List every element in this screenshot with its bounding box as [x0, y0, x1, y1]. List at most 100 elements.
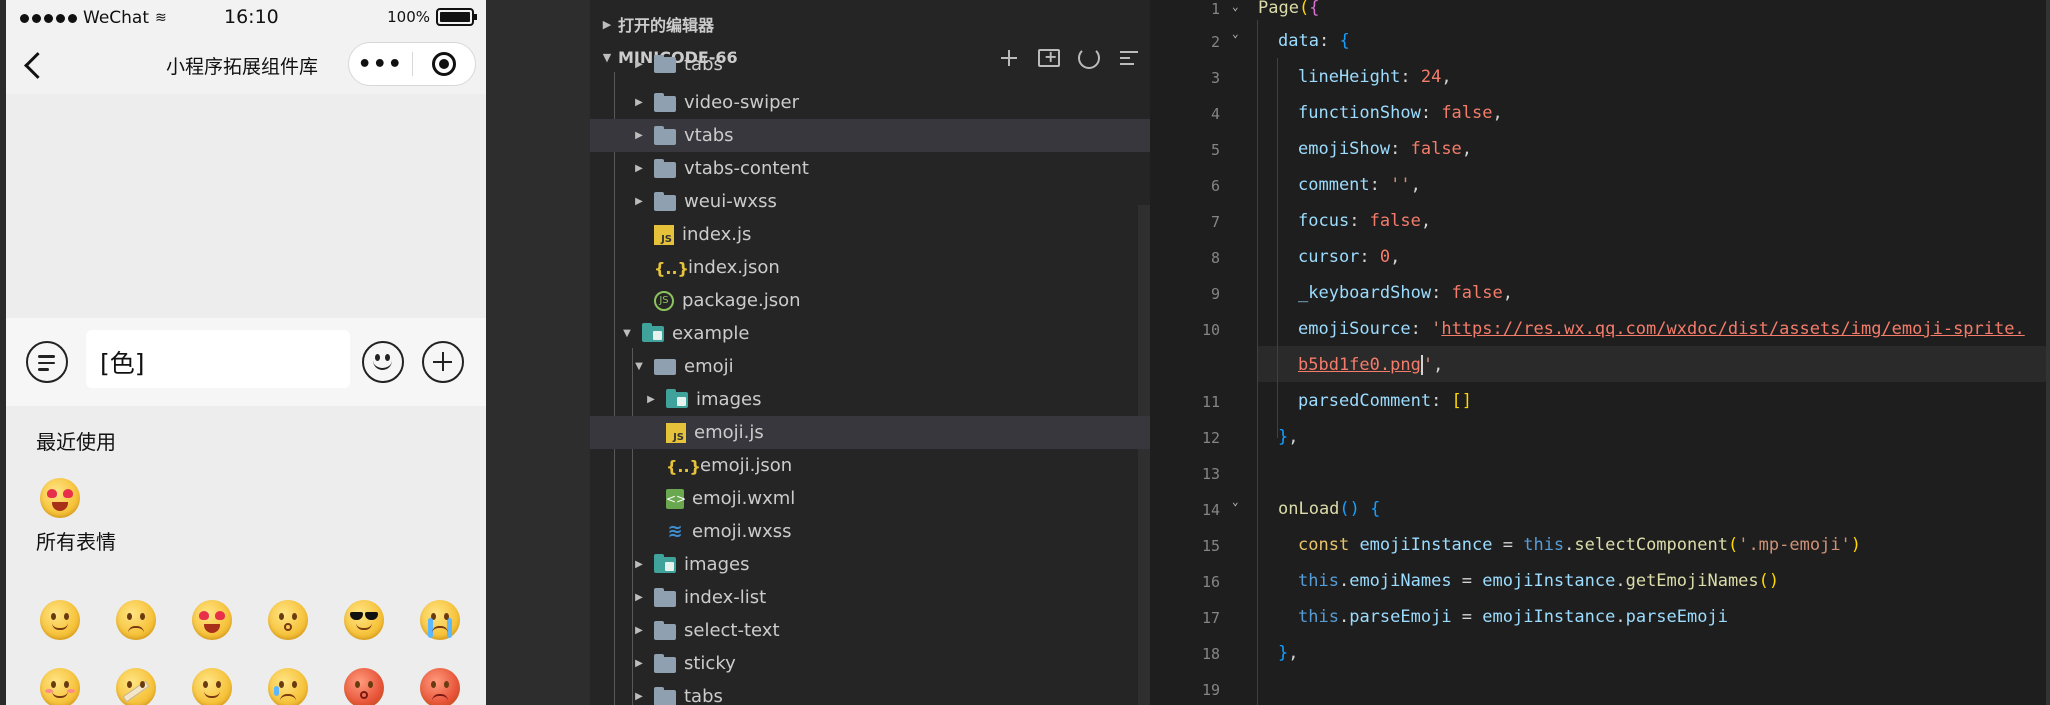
- add-icon[interactable]: [422, 341, 464, 383]
- wxml-file-icon: <>: [666, 488, 686, 509]
- line-number: 7: [1210, 213, 1220, 231]
- tree-item-file[interactable]: JS package.json: [590, 284, 1150, 317]
- emoji-heart-eyes[interactable]: [192, 600, 232, 640]
- tree-item-folder[interactable]: ▶ vtabs-content: [590, 152, 1150, 185]
- line-number: 2: [1210, 33, 1220, 51]
- code-line: cursor: 0,: [1298, 247, 1401, 267]
- chevron-right-icon: ▶: [602, 17, 612, 31]
- tree-item-file[interactable]: {..} emoji.json: [590, 449, 1150, 482]
- emoji-embarrassed[interactable]: [344, 668, 384, 705]
- js-file-icon: JS: [654, 224, 674, 245]
- overview-ruler: [2046, 0, 2050, 705]
- line-number: 11: [1201, 393, 1220, 411]
- line-number: 16: [1201, 573, 1220, 591]
- comment-input[interactable]: [色]: [86, 330, 350, 388]
- code-line: },: [1278, 643, 1299, 663]
- folder-icon: [654, 620, 676, 640]
- line-number: 5: [1210, 141, 1220, 159]
- status-bar: WeChat ≋ 16:10 100%: [6, 0, 486, 36]
- folder-icon: [654, 158, 676, 178]
- line-number: 9: [1210, 285, 1220, 303]
- folder-icon: [654, 587, 676, 607]
- tree-item-folder[interactable]: ▶ video-swiper: [590, 86, 1150, 119]
- wechat-simulator: WeChat ≋ 16:10 100% 小程序拓展组件库 ••• [色] 最近使…: [0, 0, 486, 705]
- tree-item-file[interactable]: JS emoji.js: [590, 416, 1150, 449]
- code-editor[interactable]: 1 2 3 4 5 6 7 8 9 10 11 12 13 14 15 16 1…: [1150, 0, 2050, 705]
- battery-percent: 100%: [387, 8, 430, 26]
- code-line: parsedComment: []: [1298, 391, 1473, 411]
- capsule-menu: •••: [348, 42, 476, 86]
- emoji-sleepy[interactable]: [192, 668, 232, 705]
- file-explorer: ▶ 打开的编辑器 ▼ MINICODE-66 ▶tabs ▶video-swip…: [590, 0, 1150, 705]
- nav-bar: 小程序拓展组件库 •••: [6, 36, 486, 94]
- tree-item-folder[interactable]: ▶ images: [590, 383, 1150, 416]
- open-editors-header[interactable]: ▶ 打开的编辑器: [590, 8, 1150, 40]
- tree-item-folder[interactable]: ▶ vtabs: [590, 119, 1150, 152]
- more-icon[interactable]: •••: [349, 52, 412, 77]
- tree-item-file[interactable]: {..} index.json: [590, 251, 1150, 284]
- close-miniprogram-icon[interactable]: [413, 52, 476, 76]
- source-url-link[interactable]: https://res.wx.qq.com/wxdoc/dist/assets/…: [1441, 319, 2024, 339]
- function-menu-icon[interactable]: [26, 341, 68, 383]
- status-time: 16:10: [224, 6, 279, 28]
- folder-icon: [654, 653, 676, 673]
- code-line: focus: false,: [1298, 211, 1432, 231]
- code-line: this.parseEmoji = emojiInstance.parseEmo…: [1298, 607, 1728, 627]
- page-title: 小程序拓展组件库: [166, 56, 319, 78]
- indent-guide: [1257, 20, 1258, 705]
- tree-item-folder[interactable]: ▶ select-text: [590, 614, 1150, 647]
- tree-item-folder[interactable]: ▶ images: [590, 548, 1150, 581]
- source-url-link[interactable]: b5bd1fe0.png: [1298, 355, 1421, 375]
- page-content: [6, 94, 486, 318]
- code-line: const emojiInstance = this.selectCompone…: [1298, 535, 1862, 555]
- folder-icon: [654, 125, 676, 145]
- code-line: },: [1278, 427, 1299, 447]
- fold-chevron-icon[interactable]: ⌄: [1232, 0, 1239, 13]
- line-number: 10: [1201, 321, 1220, 339]
- tree-item-folder[interactable]: ▶ weui-wxss: [590, 185, 1150, 218]
- tree-item-file[interactable]: ≋ emoji.wxss: [590, 515, 1150, 548]
- emoji-icon[interactable]: [362, 341, 404, 383]
- code-line: functionShow: false,: [1298, 103, 1503, 123]
- indent-guide: [1277, 58, 1278, 438]
- tree-item-file[interactable]: <> emoji.wxml: [590, 482, 1150, 515]
- comment-input-bar: [色]: [6, 318, 486, 406]
- tree-item-folder[interactable]: ▶ sticky: [590, 647, 1150, 680]
- emoji-sealed[interactable]: [116, 668, 156, 705]
- emoji-sweat[interactable]: [268, 668, 308, 705]
- emoji-heart-eyes[interactable]: [40, 478, 80, 518]
- code-line: Page({: [1258, 0, 1320, 18]
- emoji-crying[interactable]: [420, 600, 460, 640]
- tree-item-folder[interactable]: ▼ emoji: [590, 350, 1150, 383]
- tree-item-folder[interactable]: ▶ tabs: [590, 680, 1150, 705]
- back-arrow-icon[interactable]: [20, 50, 48, 80]
- folder-icon: [654, 55, 676, 73]
- workspace-gap: [486, 0, 590, 705]
- emoji-grimace[interactable]: [116, 600, 156, 640]
- json-file-icon: {..}: [666, 456, 701, 476]
- line-number: 18: [1201, 645, 1220, 663]
- tree-item-folder[interactable]: ▶ index-list: [590, 581, 1150, 614]
- tree-item-folder[interactable]: ▶ tabs: [590, 55, 1150, 73]
- package-file-icon: JS: [654, 290, 674, 311]
- fold-chevron-icon[interactable]: ⌄: [1232, 495, 1239, 508]
- fold-chevron-icon[interactable]: ⌄: [1232, 27, 1239, 40]
- emoji-cool[interactable]: [344, 600, 384, 640]
- emoji-panel: 最近使用 所有表情: [6, 406, 486, 705]
- images-folder-icon: [654, 553, 676, 573]
- line-number: 6: [1210, 177, 1220, 195]
- folder-open-icon: [642, 322, 664, 342]
- folder-icon: [654, 191, 676, 211]
- folder-icon: [654, 92, 676, 112]
- carrier-name: WeChat: [83, 8, 149, 28]
- emoji-smile[interactable]: [40, 600, 80, 640]
- code-line: _keyboardShow: false,: [1298, 283, 1513, 303]
- tree-item-file[interactable]: JS index.js: [590, 218, 1150, 251]
- emoji-shy[interactable]: [40, 668, 80, 705]
- emoji-shocked[interactable]: [268, 600, 308, 640]
- wxss-file-icon: ≋: [667, 520, 683, 542]
- tree-item-folder[interactable]: ▼ example: [590, 317, 1150, 350]
- emoji-angry[interactable]: [420, 668, 460, 705]
- json-file-icon: {..}: [654, 258, 689, 278]
- line-number: 17: [1201, 609, 1220, 627]
